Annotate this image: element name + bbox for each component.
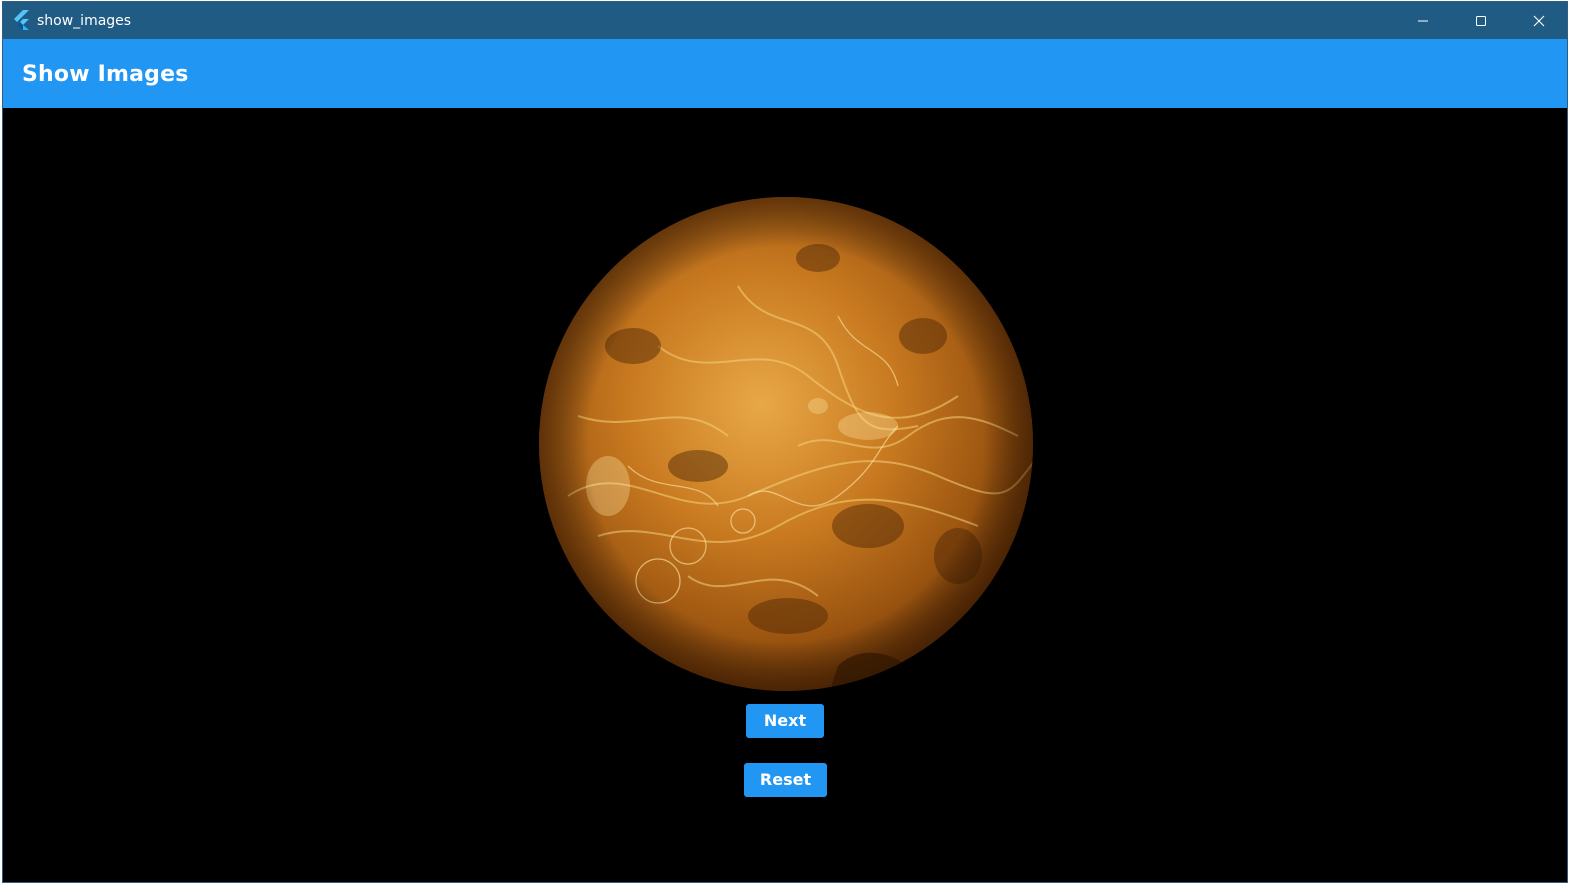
flutter-logo-icon (13, 10, 31, 30)
planet-venus-image (538, 196, 1034, 692)
close-icon (1533, 15, 1545, 27)
page-title: Show Images (22, 62, 189, 87)
next-button[interactable]: Next (746, 704, 824, 738)
minimize-button[interactable] (1394, 2, 1452, 39)
image-viewer: Next Reset (3, 108, 1567, 882)
maximize-icon (1475, 15, 1487, 27)
window-title: show_images (37, 13, 132, 29)
window-titlebar[interactable]: show_images (3, 2, 1567, 39)
maximize-button[interactable] (1452, 2, 1510, 39)
close-button[interactable] (1510, 2, 1567, 39)
app-window: show_images Show Images Next Reset (2, 1, 1568, 883)
minimize-icon (1417, 15, 1429, 27)
reset-button[interactable]: Reset (744, 763, 827, 797)
app-bar: Show Images (3, 39, 1567, 108)
